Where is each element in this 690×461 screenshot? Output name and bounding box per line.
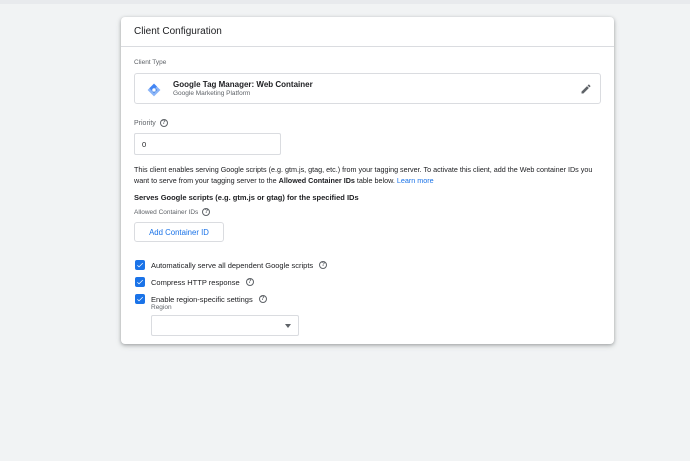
top-bar xyxy=(0,0,690,4)
client-type-subtitle: Google Marketing Platform xyxy=(173,90,251,97)
description-text-2: table below. xyxy=(354,176,397,185)
checkbox-checked-icon[interactable] xyxy=(135,294,145,304)
help-icon[interactable]: ? xyxy=(319,261,328,269)
help-icon[interactable]: ? xyxy=(159,119,168,127)
allowed-container-ids-label-row: Allowed Container IDs ? xyxy=(134,208,211,216)
gtm-logo-icon xyxy=(147,83,161,97)
client-type-label: Client Type xyxy=(134,59,167,66)
priority-label: Priority xyxy=(134,119,156,127)
client-configuration-card: Client Configuration Client Type Google … xyxy=(121,17,614,344)
checkbox-checked-icon[interactable] xyxy=(135,277,145,287)
help-icon[interactable]: ? xyxy=(202,208,211,216)
card-title: Client Configuration xyxy=(121,17,614,47)
edit-pencil-icon[interactable] xyxy=(580,83,592,95)
description-bold: Allowed Container IDs xyxy=(278,176,355,185)
priority-label-row: Priority ? xyxy=(134,119,168,127)
option-label: Automatically serve all dependent Google… xyxy=(151,260,314,270)
learn-more-link[interactable]: Learn more xyxy=(397,176,434,185)
add-container-id-button[interactable]: Add Container ID xyxy=(134,222,224,242)
priority-input[interactable] xyxy=(134,133,281,155)
option-label: Enable region-specific settings xyxy=(151,294,253,304)
option-auto-serve[interactable]: Automatically serve all dependent Google… xyxy=(135,260,328,270)
serves-title: Serves Google scripts (e.g. gtm.js or gt… xyxy=(134,193,359,202)
client-type-name: Google Tag Manager: Web Container xyxy=(173,80,313,89)
client-type-box: Google Tag Manager: Web Container Google… xyxy=(134,73,601,104)
dropdown-arrow-icon xyxy=(285,324,291,328)
option-label: Compress HTTP response xyxy=(151,277,240,287)
help-icon[interactable]: ? xyxy=(245,278,254,286)
region-label: Region xyxy=(151,304,172,311)
region-select[interactable] xyxy=(151,315,299,336)
allowed-container-ids-label: Allowed Container IDs xyxy=(134,208,199,216)
checkbox-checked-icon[interactable] xyxy=(135,260,145,270)
help-icon[interactable]: ? xyxy=(258,295,267,303)
client-description: This client enables serving Google scrip… xyxy=(134,164,594,186)
option-region-specific[interactable]: Enable region-specific settings ? xyxy=(135,294,267,304)
option-compress-http[interactable]: Compress HTTP response ? xyxy=(135,277,254,287)
